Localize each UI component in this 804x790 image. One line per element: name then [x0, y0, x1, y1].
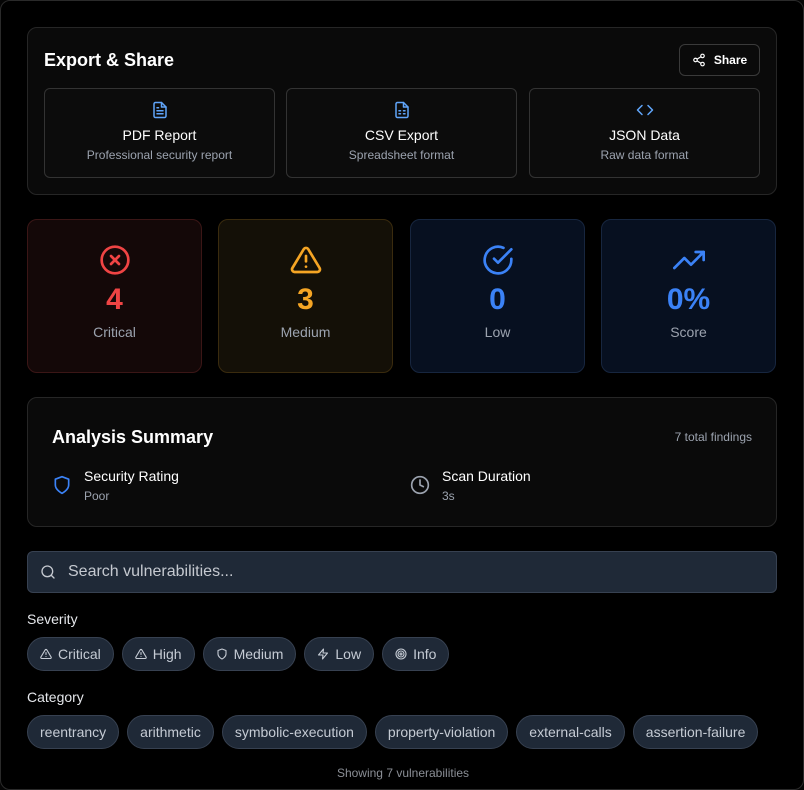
chip-label: Low [335, 646, 362, 662]
filter-low[interactable]: Low [304, 637, 375, 671]
trending-up-icon [672, 250, 705, 270]
check-circle-icon [482, 245, 513, 275]
export-option-desc: Spreadsheet format [348, 148, 455, 162]
share-icon [692, 53, 705, 67]
chip-label: property-violation [387, 724, 496, 740]
stat-low: 0 Low [410, 219, 585, 373]
scan-duration-label: Scan Duration [442, 468, 531, 484]
filter-info[interactable]: Info [382, 637, 450, 671]
chip-label: symbolic-execution [234, 724, 354, 740]
shield-icon [54, 475, 70, 495]
zap-icon [318, 648, 329, 660]
filter-critical[interactable]: Critical [27, 637, 114, 671]
search-icon [41, 565, 55, 579]
stat-score: 0% Score [601, 219, 776, 373]
file-spreadsheet-icon [394, 101, 409, 119]
export-option-desc: Professional security report [86, 148, 233, 162]
summary-title: Analysis Summary [52, 427, 214, 447]
chip-label: High [152, 646, 182, 662]
findings-count: 7 total findings [674, 430, 752, 444]
alert-triangle-icon [290, 246, 321, 274]
export-title: Export & Share [44, 50, 175, 70]
chip-label: reentrancy [40, 724, 107, 740]
security-rating: Security Rating Poor [52, 468, 179, 503]
app-frame: Export & Share Share PDF Report Professi… [0, 0, 804, 790]
filter-arithmetic[interactable]: arithmetic [127, 715, 214, 749]
analysis-summary-card: Analysis Summary 7 total findings Securi… [27, 397, 777, 527]
alert-triangle-icon [135, 648, 147, 660]
stat-value: 0% [666, 283, 711, 316]
security-rating-label: Security Rating [84, 468, 179, 484]
search-input[interactable] [68, 563, 776, 581]
export-option-name: CSV Export [364, 127, 439, 143]
category-filters: reentrancy arithmetic symbolic-execution… [27, 715, 759, 749]
export-json-button[interactable]: JSON Data Raw data format [529, 88, 760, 178]
chip-label: Critical [58, 646, 101, 662]
stat-label: Score [670, 324, 707, 340]
stat-critical: 4 Critical [27, 219, 202, 373]
filter-reentrancy[interactable]: reentrancy [27, 715, 120, 749]
target-icon [395, 648, 407, 660]
share-label: Share [713, 53, 748, 67]
filter-external-calls[interactable]: external-calls [516, 715, 625, 749]
chip-label: Medium [233, 646, 284, 662]
export-pdf-button[interactable]: PDF Report Professional security report [44, 88, 275, 178]
alert-triangle-icon [40, 648, 52, 660]
clock-icon [410, 475, 430, 495]
export-option-name: PDF Report [122, 127, 197, 143]
export-share-card: Export & Share Share PDF Report Professi… [27, 27, 777, 195]
scan-duration: Scan Duration 3s [410, 468, 531, 503]
chip-label: assertion-failure [645, 724, 746, 740]
stat-label: Low [484, 324, 511, 340]
security-rating-value: Poor [84, 489, 110, 503]
export-option-desc: Raw data format [600, 148, 689, 162]
stat-value: 0 [489, 283, 506, 316]
export-option-name: JSON Data [609, 127, 680, 143]
severity-label: Severity [27, 611, 78, 627]
shield-icon [217, 648, 227, 660]
scan-duration-value: 3s [442, 489, 455, 503]
stat-label: Medium [280, 324, 331, 340]
severity-filters: Critical High Medium Low Info [27, 637, 450, 671]
filter-high[interactable]: High [121, 637, 195, 671]
search-bar [27, 551, 777, 593]
results-count: Showing 7 vulnerabilities [336, 766, 470, 780]
share-button[interactable]: Share [679, 44, 760, 76]
stat-value: 3 [297, 283, 314, 316]
filter-assertion-failure[interactable]: assertion-failure [632, 715, 759, 749]
stat-medium: 3 Medium [218, 219, 393, 373]
export-csv-button[interactable]: CSV Export Spreadsheet format [286, 88, 517, 178]
filter-property-violation[interactable]: property-violation [374, 715, 509, 749]
filter-medium[interactable]: Medium [202, 637, 297, 671]
x-circle-icon [99, 245, 130, 275]
filter-symbolic-execution[interactable]: symbolic-execution [221, 715, 367, 749]
chip-label: Info [413, 646, 437, 662]
chip-label: external-calls [529, 724, 612, 740]
chip-label: arithmetic [140, 724, 201, 740]
stat-value: 4 [106, 283, 123, 316]
category-label: Category [27, 689, 84, 705]
code-icon [636, 104, 653, 116]
file-text-icon [152, 101, 167, 119]
stat-label: Critical [93, 324, 136, 340]
